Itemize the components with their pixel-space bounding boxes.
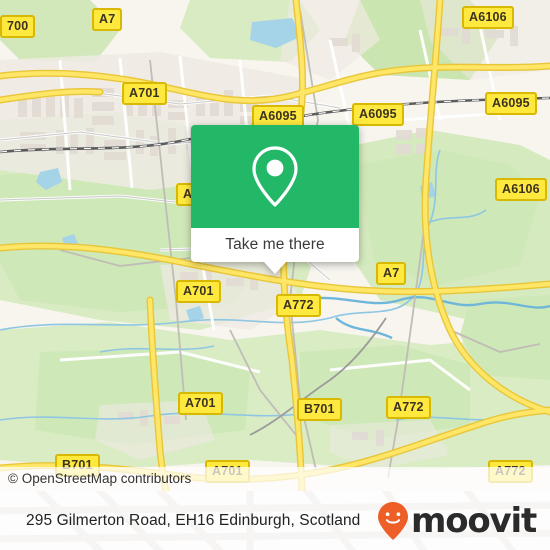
road-shield: A772 xyxy=(276,294,321,317)
road-shield: A6106 xyxy=(462,6,514,29)
road-shield: A6106 xyxy=(495,178,547,201)
footer-bar: 295 Gilmerton Road, EH16 Edinburgh, Scot… xyxy=(0,491,550,550)
take-me-there-button[interactable]: Take me there xyxy=(191,228,359,262)
road-shield: A6095 xyxy=(485,92,537,115)
moovit-wordmark: moovit xyxy=(410,500,537,541)
address-label: 295 Gilmerton Road, EH16 Edinburgh, Scot… xyxy=(26,511,361,529)
road-shield: A701 xyxy=(122,82,167,105)
moovit-pin-smiley-icon xyxy=(377,501,408,540)
road-shield: B701 xyxy=(297,398,342,421)
road-shield: A772 xyxy=(386,396,431,419)
road-shield: A701 xyxy=(176,280,221,303)
road-shield: 700 xyxy=(0,15,36,38)
map-screenshot: 700A7A701A6095A6095A6106A6095A7A6106A7A7… xyxy=(0,0,550,550)
road-shield: A7 xyxy=(376,262,407,285)
popup-pointer-tail xyxy=(264,262,286,274)
location-popup-card[interactable]: Take me there xyxy=(191,125,359,274)
popup-image-area xyxy=(191,125,359,228)
road-shield: A7 xyxy=(92,8,123,31)
road-shield: A701 xyxy=(178,392,223,415)
moovit-logo: moovit xyxy=(376,500,537,541)
map-pin-icon xyxy=(252,145,298,207)
osm-attribution: © OpenStreetMap contributors xyxy=(0,467,550,491)
road-shield: A6095 xyxy=(352,103,404,126)
